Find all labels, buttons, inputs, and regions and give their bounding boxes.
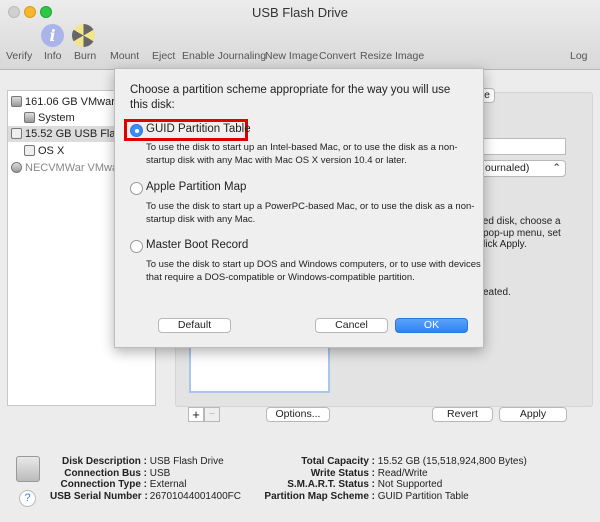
info-key: Total Capacity : (301, 456, 375, 467)
info-row: Connection Type : External (50, 479, 241, 491)
toolbar-enable-journaling[interactable]: Enable Journaling (182, 50, 266, 62)
info-value: GUID Partition Table (377, 490, 469, 502)
help-line: eated. (483, 287, 511, 298)
dialog-prompt: Choose a partition scheme appropriate fo… (130, 84, 451, 111)
apply-button[interactable]: Apply (499, 407, 567, 422)
option-label[interactable]: Master Boot Record (146, 239, 248, 251)
info-value: 26701044001400FC (149, 490, 241, 502)
add-partition-button[interactable]: + (188, 407, 204, 422)
info-value: 15.52 GB (15,518,924,800 Bytes) (377, 456, 527, 467)
toolbar-burn[interactable]: Burn (74, 50, 96, 62)
info-value: Read/Write (377, 467, 428, 479)
toolbar-verify[interactable]: Verify (6, 50, 32, 62)
info-key: Partition Map Scheme : (264, 490, 375, 502)
info-key: S.M.A.R.T. Status : (287, 479, 375, 490)
window-toolbar: USB Flash Drive i Verify Info Burn Mount… (0, 0, 600, 70)
info-value: USB (149, 467, 171, 479)
disk-info-left: Disk Description : USB Flash Drive Connec… (50, 456, 241, 502)
cancel-button[interactable]: Cancel (315, 318, 388, 333)
info-row: Total Capacity : 15.52 GB (15,518,924,80… (240, 456, 527, 468)
chevron-updown-icon: ⌃ (552, 162, 561, 174)
toolbar-log[interactable]: Log (570, 50, 588, 62)
usb-drive-icon (11, 128, 22, 139)
info-key: Disk Description : (61, 456, 147, 467)
ok-button[interactable]: OK (395, 318, 468, 333)
remove-partition-button[interactable]: − (204, 407, 220, 422)
info-icon[interactable]: i (41, 24, 64, 47)
toolbar-resize-image[interactable]: Resize Image (360, 50, 424, 62)
info-value: USB Flash Drive (149, 456, 224, 467)
volume-icon (24, 112, 35, 123)
hard-disk-icon (11, 96, 22, 107)
help-line: pop-up menu, set (483, 227, 561, 239)
info-row: Connection Bus : USB (50, 468, 241, 480)
usb-drive-icon (16, 456, 40, 482)
sidebar-item-label: 161.06 GB VMware (25, 96, 121, 108)
window-title: USB Flash Drive (251, 5, 349, 20)
toolbar-mount[interactable]: Mount (110, 50, 139, 62)
disk-info-right: Total Capacity : 15.52 GB (15,518,924,80… (240, 456, 527, 503)
default-button[interactable]: Default (158, 318, 231, 333)
option-label[interactable]: GUID Partition Table (146, 123, 251, 135)
toolbar-new-image[interactable]: New Image (265, 50, 318, 62)
revert-button[interactable]: Revert (432, 407, 493, 422)
partition-scheme-dialog: Choose a partition scheme appropriate fo… (114, 68, 484, 348)
info-row: Write Status : Read/Write (240, 468, 527, 480)
info-value: Not Supported (377, 479, 443, 490)
option-desc: To use the disk to start up DOS and Wind… (146, 259, 481, 283)
info-key: Connection Bus : (64, 467, 147, 479)
sidebar-item-label: NECVMWar VMware (25, 162, 128, 174)
info-row: USB Serial Number : 26701044001400FC (50, 491, 241, 503)
toolbar-eject[interactable]: Eject (152, 50, 175, 62)
info-key: Write Status : (310, 467, 375, 479)
volume-icon (24, 145, 35, 156)
option-desc: To use the disk to start up a PowerPC-ba… (146, 201, 475, 225)
info-row: Disk Description : USB Flash Drive (50, 456, 241, 468)
option-label[interactable]: Apple Partition Map (146, 181, 246, 193)
info-row: S.M.A.R.T. Status : Not Supported (240, 479, 527, 491)
radio-guid[interactable] (130, 124, 143, 137)
toolbar-convert[interactable]: Convert (319, 50, 356, 62)
sidebar-item-label: 15.52 GB USB Flas (25, 128, 121, 140)
format-value: ournaled) (485, 162, 530, 174)
info-key: Connection Type : (60, 479, 147, 490)
options-button[interactable]: Options... (266, 407, 330, 422)
burn-icon[interactable] (72, 24, 95, 47)
help-button[interactable]: ? (19, 490, 36, 507)
optical-disc-icon (11, 162, 22, 173)
option-desc: To use the disk to start up an Intel-bas… (146, 142, 458, 166)
radio-mbr[interactable] (130, 240, 143, 253)
help-text: ted disk, choose a pop-up menu, set lick… (480, 216, 561, 251)
sidebar-item-label: System (38, 112, 75, 124)
toolbar-info[interactable]: Info (44, 50, 62, 62)
radio-apm[interactable] (130, 182, 143, 195)
info-row: Partition Map Scheme : GUID Partition Ta… (240, 491, 527, 503)
sidebar-item-label: OS X (38, 145, 65, 157)
help-line: lick Apply. (483, 239, 527, 250)
info-value: External (149, 479, 187, 490)
info-key: USB Serial Number : (50, 490, 148, 502)
help-line: ted disk, choose a (480, 216, 561, 227)
